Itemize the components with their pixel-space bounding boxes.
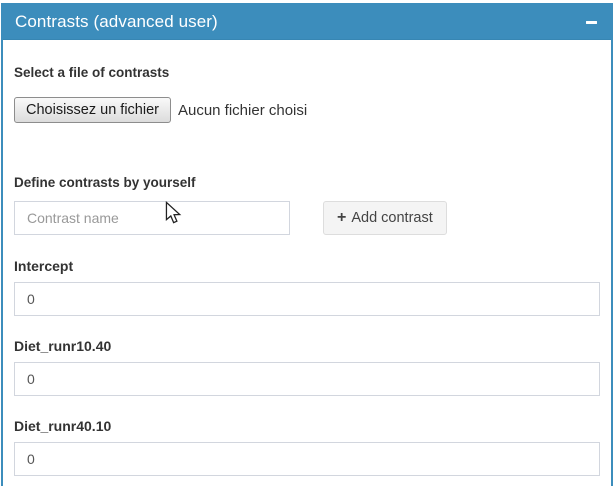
- collapse-button[interactable]: [584, 15, 598, 29]
- contrast-name-input[interactable]: [14, 201, 290, 235]
- contrasts-panel: Contrasts (advanced user) Select a file …: [1, 3, 613, 486]
- contrast-field-diet-runr10-40: Diet_runr10.40: [14, 338, 600, 396]
- add-contrast-button-label: Add contrast: [351, 210, 432, 226]
- define-contrasts-label: Define contrasts by yourself: [14, 175, 600, 191]
- file-input-label: Select a file of contrasts: [14, 65, 600, 81]
- contrast-field-diet-runr40-10: Diet_runr40.10: [14, 418, 600, 476]
- field-label: Intercept: [14, 258, 600, 275]
- choose-file-button[interactable]: Choisissez un fichier: [14, 97, 171, 123]
- define-contrast-row: + Add contrast: [14, 201, 600, 235]
- panel-title: Contrasts (advanced user): [15, 12, 218, 32]
- contrast-field-intercept: Intercept: [14, 258, 600, 316]
- add-contrast-button[interactable]: + Add contrast: [323, 201, 447, 235]
- field-label: Diet_runr10.40: [14, 338, 600, 355]
- plus-icon: +: [337, 210, 346, 226]
- panel-header: Contrasts (advanced user): [3, 5, 611, 40]
- diet-runr10-40-input[interactable]: [14, 362, 600, 396]
- minus-icon: [586, 21, 597, 24]
- intercept-input[interactable]: [14, 282, 600, 316]
- field-label: Diet_runr40.10: [14, 418, 600, 435]
- file-input[interactable]: Choisissez un fichier Aucun fichier choi…: [14, 97, 600, 123]
- diet-runr40-10-input[interactable]: [14, 442, 600, 476]
- panel-body: Select a file of contrasts Choisissez un…: [3, 40, 611, 476]
- file-status-text: Aucun fichier choisi: [178, 102, 307, 119]
